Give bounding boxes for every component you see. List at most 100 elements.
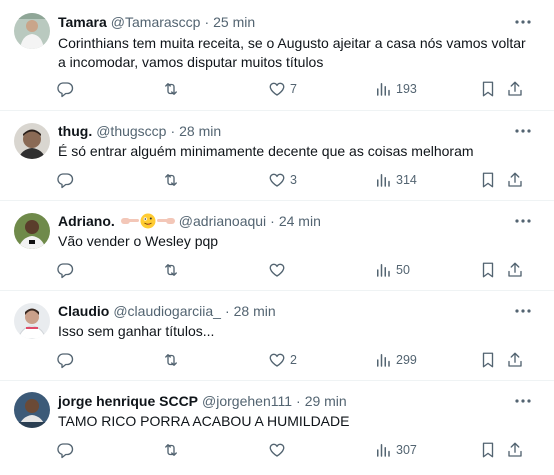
- tweet-actions: 50: [50, 258, 540, 282]
- share-icon: [506, 351, 524, 369]
- like-button[interactable]: 7: [268, 77, 297, 101]
- separator-dot: ·: [296, 393, 301, 409]
- tweet-header: jorge henrique SCCP @jorgehen111 · 29 mi…: [58, 391, 347, 411]
- tweet[interactable]: thug. @thugsccp · 28 min É só entrar alg…: [0, 112, 554, 201]
- reply-icon: [56, 261, 74, 279]
- like-count: 7: [290, 82, 297, 96]
- tweet-text: TAMO RICO PORRA ACABOU A HUMILDADE: [58, 413, 350, 429]
- like-button[interactable]: 3: [268, 168, 297, 192]
- more-icon[interactable]: [514, 392, 532, 410]
- bookmark-icon: [479, 441, 497, 459]
- views-count: 307: [396, 443, 417, 457]
- user-handle[interactable]: @jorgehen111: [202, 393, 292, 409]
- avatar[interactable]: [14, 392, 50, 428]
- name-emojis: [120, 213, 175, 229]
- tweet-header: Adriano. @adrianoaqui · 24 min: [58, 211, 321, 231]
- views-count: 50: [396, 263, 410, 277]
- like-count: 3: [290, 173, 297, 187]
- tweet[interactable]: Adriano. @adrianoaqui · 24 min Vão vende…: [0, 202, 554, 291]
- like-button[interactable]: [268, 438, 290, 462]
- reply-button[interactable]: [56, 348, 78, 372]
- reply-icon: [56, 441, 74, 459]
- reply-button[interactable]: [56, 77, 78, 101]
- retweet-icon: [162, 171, 180, 189]
- views-button[interactable]: 299: [374, 348, 417, 372]
- display-name[interactable]: Claudio: [58, 303, 109, 319]
- user-handle[interactable]: @thugsccp: [96, 123, 166, 139]
- timestamp[interactable]: 25 min: [213, 14, 255, 30]
- bookmark-button[interactable]: [479, 168, 497, 192]
- share-button[interactable]: [506, 258, 524, 282]
- reply-button[interactable]: [56, 168, 78, 192]
- reply-icon: [56, 171, 74, 189]
- bookmark-button[interactable]: [479, 348, 497, 372]
- retweet-button[interactable]: [162, 168, 184, 192]
- more-icon[interactable]: [514, 13, 532, 31]
- user-handle[interactable]: @Tamarasccp: [111, 14, 201, 30]
- tweet[interactable]: Tamara @Tamarasccp · 25 min Corinthians …: [0, 0, 554, 111]
- bookmark-button[interactable]: [479, 77, 497, 101]
- tweet-actions: 7 193: [50, 77, 540, 101]
- retweet-button[interactable]: [162, 348, 184, 372]
- timestamp[interactable]: 24 min: [279, 213, 321, 229]
- hand-pointing-left-icon: [156, 215, 175, 227]
- avatar[interactable]: [14, 123, 50, 159]
- bookmark-icon: [479, 351, 497, 369]
- display-name[interactable]: jorge henrique SCCP: [58, 393, 198, 409]
- retweet-button[interactable]: [162, 438, 184, 462]
- tweet-actions: 307: [50, 438, 540, 462]
- display-name[interactable]: Tamara: [58, 14, 107, 30]
- views-icon: [374, 261, 392, 279]
- views-button[interactable]: 314: [374, 168, 417, 192]
- views-count: 314: [396, 173, 417, 187]
- share-icon: [506, 80, 524, 98]
- like-icon: [268, 171, 286, 189]
- views-icon: [374, 171, 392, 189]
- more-icon[interactable]: [514, 122, 532, 140]
- tweet[interactable]: jorge henrique SCCP @jorgehen111 · 29 mi…: [0, 382, 554, 475]
- tweet-header: thug. @thugsccp · 28 min: [58, 121, 221, 141]
- retweet-button[interactable]: [162, 77, 184, 101]
- like-button[interactable]: [268, 258, 290, 282]
- views-button[interactable]: 307: [374, 438, 417, 462]
- timeline-feed: Tamara @Tamarasccp · 25 min Corinthians …: [0, 0, 554, 475]
- avatar[interactable]: [14, 303, 50, 339]
- like-icon: [268, 351, 286, 369]
- separator-dot: ·: [270, 213, 275, 229]
- bookmark-icon: [479, 80, 497, 98]
- display-name[interactable]: Adriano.: [58, 213, 115, 229]
- avatar[interactable]: [14, 213, 50, 249]
- share-button[interactable]: [506, 77, 524, 101]
- timestamp[interactable]: 28 min: [234, 303, 276, 319]
- retweet-button[interactable]: [162, 258, 184, 282]
- reply-button[interactable]: [56, 258, 78, 282]
- reply-button[interactable]: [56, 438, 78, 462]
- reply-icon: [56, 80, 74, 98]
- tweet[interactable]: Claudio @claudiogarciia_ · 28 min Isso s…: [0, 292, 554, 381]
- user-handle[interactable]: @adrianoaqui: [179, 213, 266, 229]
- views-button[interactable]: 193: [374, 77, 417, 101]
- share-button[interactable]: [506, 348, 524, 372]
- tweet-header: Claudio @claudiogarciia_ · 28 min: [58, 301, 276, 321]
- more-icon[interactable]: [514, 212, 532, 230]
- like-icon: [268, 80, 286, 98]
- display-name[interactable]: thug.: [58, 123, 92, 139]
- bookmark-button[interactable]: [479, 438, 497, 462]
- views-icon: [374, 80, 392, 98]
- timestamp[interactable]: 29 min: [305, 393, 347, 409]
- share-button[interactable]: [506, 168, 524, 192]
- like-count: 2: [290, 353, 297, 367]
- separator-dot: ·: [204, 14, 210, 30]
- more-icon[interactable]: [514, 302, 532, 320]
- tweet-text: Corinthians tem muita receita, se o Augu…: [58, 35, 526, 70]
- tweet-header: Tamara @Tamarasccp · 25 min: [58, 12, 255, 32]
- views-icon: [374, 441, 392, 459]
- views-button[interactable]: 50: [374, 258, 410, 282]
- bookmark-icon: [479, 171, 497, 189]
- timestamp[interactable]: 28 min: [179, 123, 221, 139]
- share-button[interactable]: [506, 438, 524, 462]
- avatar[interactable]: [14, 13, 50, 49]
- bookmark-button[interactable]: [479, 258, 497, 282]
- like-button[interactable]: 2: [268, 348, 297, 372]
- user-handle[interactable]: @claudiogarciia_: [113, 303, 221, 319]
